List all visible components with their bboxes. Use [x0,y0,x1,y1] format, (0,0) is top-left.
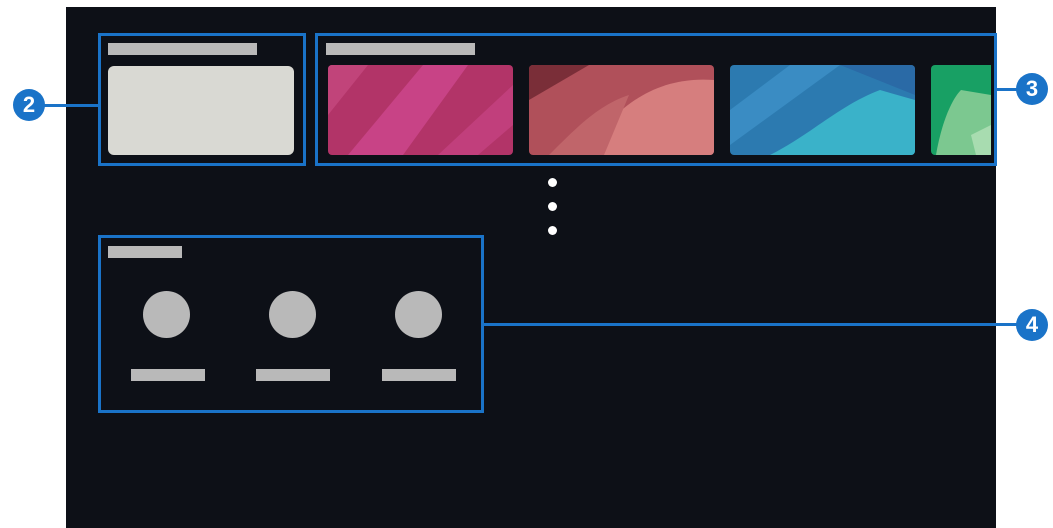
app-circle-icon[interactable] [269,291,316,338]
callout-4-badge: 4 [1016,309,1048,341]
app-label-placeholder [256,369,330,381]
media-tile-blue[interactable] [730,65,915,155]
ellipsis-dot [548,178,557,187]
callout-2-connector [44,104,100,107]
featured-card[interactable] [108,66,294,155]
callout-4-connector [484,323,1020,326]
callout-2-badge: 2 [13,89,45,121]
media-tile-green[interactable] [931,65,991,155]
media-tile-coral[interactable] [529,65,714,155]
media-row-title-placeholder [326,43,475,55]
app-circle-icon[interactable] [143,291,190,338]
media-tile-magenta[interactable] [328,65,513,155]
ellipsis-dot [548,202,557,211]
vertical-ellipsis-icon [546,177,560,237]
ellipsis-dot [548,226,557,235]
featured-section-title-placeholder [108,43,257,55]
callout-3-badge: 3 [1016,73,1048,105]
app-label-placeholder [382,369,456,381]
app-label-placeholder [131,369,205,381]
apps-section-title-placeholder [108,246,182,258]
tv-home-screen [66,7,997,528]
app-circle-icon[interactable] [395,291,442,338]
